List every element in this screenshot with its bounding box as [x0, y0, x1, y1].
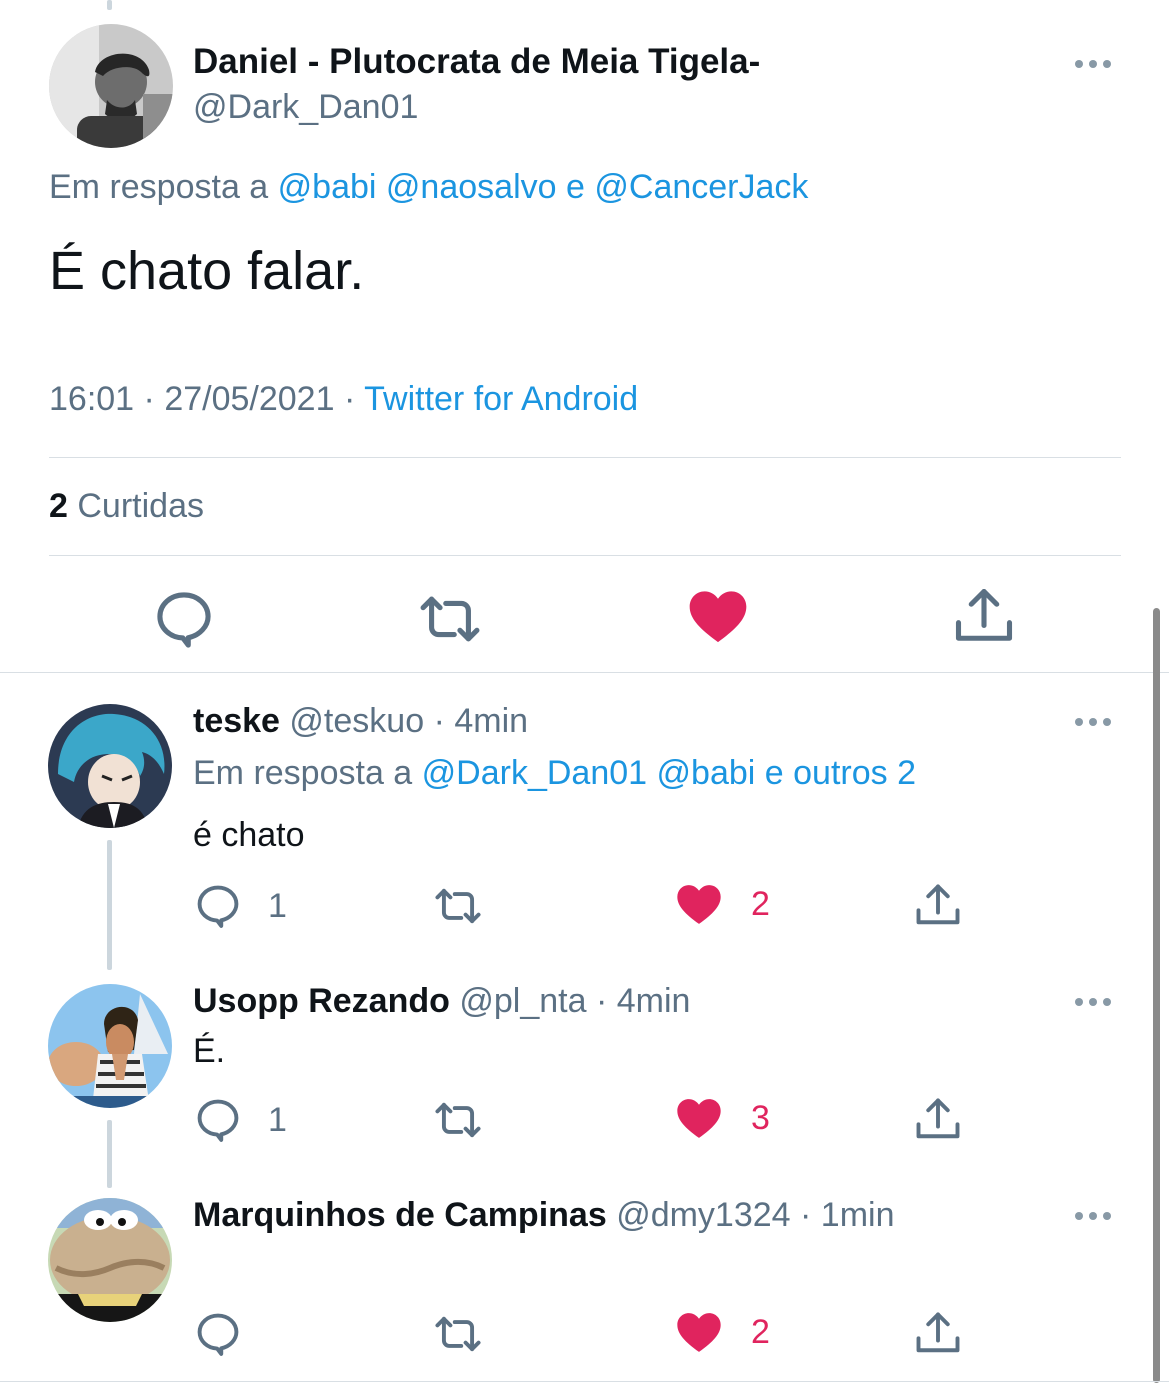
reply-action[interactable]: 1 — [192, 880, 287, 932]
reply-time[interactable]: · 1min — [800, 1196, 894, 1234]
share-icon[interactable] — [912, 1094, 964, 1146]
like-icon[interactable] — [673, 1306, 725, 1358]
reply-header: teske @teskuo · 4min — [193, 702, 528, 741]
like-count: 2 — [751, 884, 770, 923]
reply-action[interactable] — [192, 1308, 244, 1360]
thread-line — [107, 1120, 112, 1188]
more-icon[interactable] — [1075, 718, 1111, 726]
reply-count: 1 — [268, 886, 287, 925]
reply-context: Em resposta a @Dark_Dan01 @babi e outros… — [193, 754, 916, 793]
likes-count: 2 — [49, 487, 68, 525]
like-icon[interactable] — [684, 582, 752, 650]
handle[interactable]: @teskuo — [289, 702, 424, 740]
retweet-action[interactable] — [432, 1308, 484, 1360]
more-icon[interactable] — [1075, 998, 1111, 1006]
retweet-icon[interactable] — [432, 1094, 484, 1146]
share-action[interactable] — [912, 1094, 964, 1146]
like-icon[interactable] — [673, 878, 725, 930]
retweet-action[interactable] — [432, 1094, 484, 1146]
section-divider — [0, 672, 1169, 673]
bottom-divider — [0, 1381, 1169, 1382]
display-name[interactable]: Usopp Rezando — [193, 982, 450, 1020]
reply-icon[interactable] — [192, 1094, 244, 1146]
reply-header: Usopp Rezando @pl_nta · 4min — [193, 982, 690, 1021]
handle[interactable]: @dmy1324 — [616, 1196, 790, 1234]
share-icon[interactable] — [950, 583, 1018, 651]
avatar[interactable] — [48, 984, 172, 1108]
reply-icon[interactable] — [192, 880, 244, 932]
others-link[interactable]: e outros 2 — [765, 754, 916, 792]
divider — [49, 457, 1121, 458]
tweet-meta: 16:01 · 27/05/2021 · Twitter for Android — [49, 380, 638, 419]
handle[interactable]: @pl_nta — [459, 982, 586, 1020]
retweet-icon[interactable] — [416, 585, 484, 653]
tweet-text: é chato — [193, 816, 305, 854]
avatar[interactable] — [49, 24, 173, 148]
mention-link[interactable]: @naosalvo — [386, 168, 557, 206]
reply-count: 1 — [268, 1100, 287, 1139]
more-icon[interactable] — [1075, 1212, 1111, 1220]
meta-sep: · — [143, 380, 155, 418]
likes-label: Curtidas — [77, 487, 204, 525]
reply-time[interactable]: · 4min — [596, 982, 690, 1020]
reply-time[interactable]: · 4min — [434, 702, 528, 740]
avatar[interactable] — [48, 1198, 172, 1322]
retweet-icon[interactable] — [432, 880, 484, 932]
share-action[interactable] — [912, 1308, 964, 1360]
share-action[interactable] — [912, 880, 964, 932]
like-count: 2 — [751, 1312, 770, 1351]
avatar[interactable] — [48, 704, 172, 828]
thread-line — [107, 840, 112, 970]
display-name[interactable]: Marquinhos de Campinas — [193, 1196, 607, 1234]
mention-link[interactable]: @Dark_Dan01 — [422, 754, 647, 792]
likes-summary[interactable]: 2 Curtidas — [49, 487, 204, 526]
display-name[interactable]: teske — [193, 702, 280, 740]
scrollbar[interactable] — [1153, 608, 1160, 1383]
more-icon[interactable] — [1075, 60, 1111, 68]
like-icon[interactable] — [673, 1092, 725, 1144]
tweet-text: É. — [193, 1032, 226, 1070]
tweet-source[interactable]: Twitter for Android — [364, 380, 638, 418]
reply-context: Em resposta a @babi @naosalvo e @CancerJ… — [49, 168, 808, 207]
reply-icon[interactable] — [192, 1308, 244, 1360]
retweet-action[interactable] — [432, 880, 484, 932]
mention-link[interactable]: @CancerJack — [594, 168, 808, 206]
like-count: 3 — [751, 1098, 770, 1137]
reply-prefix: Em resposta a — [193, 754, 413, 792]
like-action[interactable]: 2 — [673, 1306, 770, 1358]
reply-conj: e — [566, 168, 585, 206]
like-action[interactable]: 3 — [673, 1092, 770, 1144]
handle[interactable]: @Dark_Dan01 — [193, 88, 418, 127]
mention-link[interactable]: @babi — [278, 168, 377, 206]
tweet-date[interactable]: 27/05/2021 — [164, 380, 334, 418]
tweet-time[interactable]: 16:01 — [49, 380, 134, 418]
tweet-text: É chato falar. — [49, 241, 365, 301]
share-icon[interactable] — [912, 1308, 964, 1360]
divider — [49, 555, 1121, 556]
reply-icon[interactable] — [150, 585, 218, 653]
retweet-icon[interactable] — [432, 1308, 484, 1360]
reply-prefix: Em resposta a — [49, 168, 269, 206]
meta-sep: · — [343, 380, 356, 418]
like-action[interactable]: 2 — [673, 878, 770, 930]
mention-link[interactable]: @babi — [657, 754, 756, 792]
share-icon[interactable] — [912, 880, 964, 932]
thread-line — [107, 0, 112, 10]
reply-action[interactable]: 1 — [192, 1094, 287, 1146]
display-name[interactable]: Daniel - Plutocrata de Meia Tigela- — [193, 42, 760, 82]
reply-header: Marquinhos de Campinas @dmy1324 · 1min — [193, 1196, 895, 1235]
